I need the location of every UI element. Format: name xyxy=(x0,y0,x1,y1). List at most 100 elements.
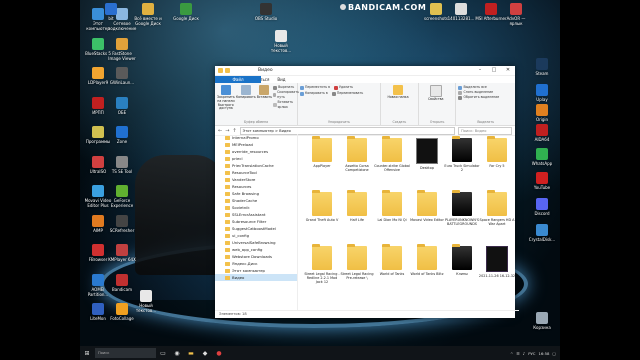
title-bar[interactable]: Видео – □ ✕ xyxy=(215,66,515,76)
explorer-icon[interactable]: ▬ xyxy=(184,346,198,360)
sidebar-item[interactable]: Subresource Filter xyxy=(215,218,297,225)
file-item[interactable]: Street Legal Racing - Redline 2.2.1 Mod … xyxy=(303,244,341,284)
file-item[interactable]: Grand Theft Auto V xyxy=(303,190,341,222)
sidebar-item[interactable]: override_resources xyxy=(215,148,297,155)
properties-icon[interactable] xyxy=(225,68,230,73)
file-item[interactable]: Movavi Video Editor xyxy=(408,190,446,222)
clock[interactable]: 16:58 xyxy=(538,351,549,356)
chevron-up-icon[interactable]: ^ xyxy=(510,351,513,356)
pin-button[interactable]: Закрепить на панели быстрого доступа xyxy=(217,85,235,111)
desktop-shortcut[interactable]: bit xyxy=(95,3,127,21)
sidebar-item[interactable]: ShaderCache xyxy=(215,197,297,204)
sidebar-item[interactable]: Resources xyxy=(215,183,297,190)
copy-button[interactable]: Копировать xyxy=(236,85,256,111)
desktop-shortcut[interactable]: WhatsApp xyxy=(526,148,558,166)
network-icon[interactable]: ☰ xyxy=(516,351,519,356)
tab-view[interactable]: Вид xyxy=(273,76,289,83)
minimize-button[interactable]: – xyxy=(473,66,487,75)
sidebar-item[interactable]: Sovietnik xyxy=(215,204,297,211)
invert-selection-button[interactable]: Обратить выделение xyxy=(458,95,513,100)
desktop-shortcut[interactable]: Uplay xyxy=(526,84,558,102)
sidebar-item[interactable]: PriecTranslationCache xyxy=(215,162,297,169)
desktop-shortcut[interactable]: GeForce Experience xyxy=(106,185,138,208)
file-item[interactable]: 2021-11-26 16-12-32 xyxy=(478,246,516,278)
file-item[interactable]: Far Cry 5 xyxy=(478,136,516,168)
file-item[interactable]: Assetto Corsa Competizione xyxy=(338,136,376,172)
desktop-shortcut[interactable]: Всё вместе и Google Диск xyxy=(132,3,164,26)
tab-file[interactable]: Файл xyxy=(215,76,261,83)
properties-button[interactable]: Свойства xyxy=(421,85,451,102)
recorder-icon[interactable]: ● xyxy=(212,346,226,360)
desktop-shortcut[interactable]: OBS Studio xyxy=(250,3,282,21)
explorer-window[interactable]: Видео – □ ✕ Файл Главная Поделиться Вид … xyxy=(215,66,519,318)
desktop-shortcut[interactable]: Google Диск xyxy=(170,3,202,21)
sidebar-item[interactable]: SSLErrorAssistant xyxy=(215,211,297,218)
browser-icon[interactable]: ◉ xyxy=(170,346,184,360)
desktop-shortcut[interactable]: ОБЕ xyxy=(106,96,138,115)
file-item[interactable]: PLAYERUNKNOWN'S BATTLEGROUNDS xyxy=(443,190,481,226)
sidebar-item[interactable]: MEIPreload xyxy=(215,141,297,148)
delete-button[interactable]: Удалить xyxy=(334,85,353,90)
sidebar-item[interactable]: SuggestCatboostModel xyxy=(215,225,297,232)
desktop-shortcut[interactable]: YouTube xyxy=(526,172,558,190)
sidebar-item[interactable]: Safe Browsing xyxy=(215,190,297,197)
desktop-shortcut[interactable]: SCRefresher xyxy=(106,214,138,233)
file-item[interactable]: Counter-strike Global Offensive xyxy=(373,136,411,172)
desktop-shortcut[interactable]: Origin xyxy=(526,104,558,122)
paste-button[interactable]: Вставить xyxy=(257,85,272,111)
notification-icon[interactable]: ▢ xyxy=(552,351,556,356)
copy-path-button[interactable]: Скопировать путь xyxy=(273,90,300,100)
volume-icon[interactable]: ♪ xyxy=(523,351,525,356)
file-item[interactable]: World of Tanks Blitz xyxy=(408,244,446,276)
desktop-shortcut[interactable]: AIDA64 xyxy=(526,124,558,142)
sidebar-item[interactable]: InternalPromo xyxy=(215,134,297,141)
sidebar-item[interactable]: ResourceTool xyxy=(215,169,297,176)
file-item[interactable]: AppPlayer xyxy=(303,136,341,168)
copy-to-button[interactable]: Копировать в xyxy=(300,91,328,96)
desktop-shortcut[interactable]: Новый текстов... xyxy=(130,290,162,313)
sidebar-item[interactable]: Видео xyxy=(215,274,297,281)
desktop-shortcut[interactable]: FastStone Image Viewer xyxy=(106,37,138,61)
desktop-shortcut[interactable]: Bandicam xyxy=(106,273,138,292)
paste-shortcut-button[interactable]: Вставить ярлык xyxy=(273,100,300,110)
forward-icon[interactable]: → xyxy=(225,128,229,134)
desktop-shortcut[interactable]: TS SE Tool xyxy=(106,155,138,174)
rename-button[interactable]: Переименовать xyxy=(331,91,363,96)
file-item[interactable]: Lai Dian Mo Ni Qi xyxy=(373,190,411,222)
file-item[interactable]: Street Legal Racing Pre-release \ xyxy=(338,244,376,280)
sidebar-item[interactable]: VanderStore xyxy=(215,176,297,183)
file-item[interactable]: Half Life xyxy=(338,190,376,222)
desktop-shortcut[interactable]: 140113281... xyxy=(445,3,477,21)
new-folder-button[interactable]: Новая папка xyxy=(383,85,413,100)
sidebar-item[interactable]: UniversalSafeBrowsing xyxy=(215,239,297,246)
up-icon[interactable]: ↑ xyxy=(232,128,236,134)
sidebar-item[interactable]: Яндекс.Диск xyxy=(215,260,297,267)
desktop-shortcut[interactable]: Steam xyxy=(526,58,558,76)
file-item[interactable]: World of Tanks xyxy=(373,244,411,276)
language-indicator[interactable]: РУС xyxy=(528,351,535,356)
taskbar-search[interactable]: Поиск xyxy=(95,348,156,358)
desktop-shortcut[interactable]: Discord xyxy=(526,198,558,216)
back-icon[interactable]: ← xyxy=(218,128,222,134)
file-item[interactable]: Euro Truck Simulator 2 xyxy=(443,136,481,172)
sidebar-item[interactable]: ui_config xyxy=(215,232,297,239)
move-to-button[interactable]: Переместить в xyxy=(300,85,330,90)
desktop-shortcut[interactable]: Корзина xyxy=(526,312,558,330)
desktop-shortcut[interactable]: KMPlayer 64X xyxy=(106,244,138,262)
quick-access-toolbar[interactable] xyxy=(215,66,258,75)
desktop-shortcut[interactable]: CrystalDisk... xyxy=(526,224,558,242)
file-item[interactable]: Клипы xyxy=(443,244,481,276)
file-item[interactable]: Space Rangers HD A War Apart xyxy=(478,190,516,226)
start-button[interactable]: ⊞ xyxy=(80,346,94,360)
desktop-shortcut[interactable]: AdvOR — ярлык xyxy=(500,3,532,26)
sidebar-item[interactable]: web_app_config xyxy=(215,246,297,253)
sidebar-item[interactable]: priecl xyxy=(215,155,297,162)
file-item[interactable]: Desktop xyxy=(408,138,446,170)
store-icon[interactable]: ◆ xyxy=(198,346,212,360)
task-view-icon[interactable]: ▭ xyxy=(156,346,170,360)
desktop-shortcut[interactable]: GWinLaun... xyxy=(106,67,138,85)
sidebar-item[interactable]: Webstore Downloads xyxy=(215,253,297,260)
sidebar-item[interactable]: Этот компьютер xyxy=(215,267,297,274)
maximize-button[interactable]: □ xyxy=(487,66,501,75)
desktop-shortcut[interactable]: Новый текстов... xyxy=(265,30,297,53)
